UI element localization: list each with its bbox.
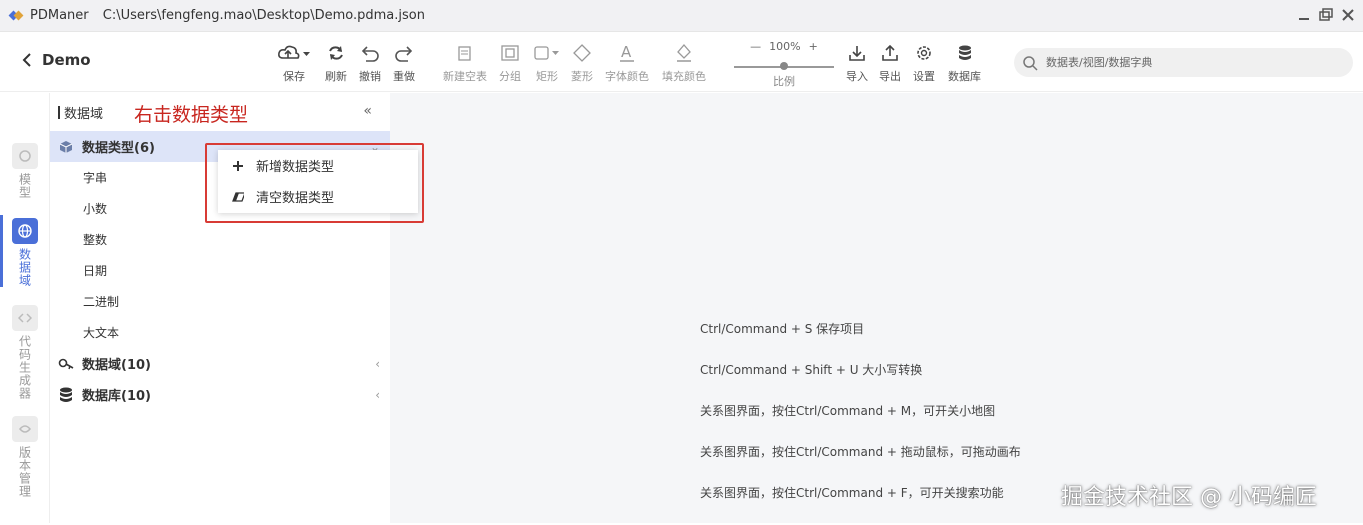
export-button[interactable]: 导出 xyxy=(879,42,901,84)
new-table-icon xyxy=(456,42,474,64)
rectangle-icon xyxy=(533,42,561,64)
app-name: PDManer xyxy=(30,8,89,23)
tree-leaf-text[interactable]: 大文本 xyxy=(50,317,390,348)
refresh-icon xyxy=(327,42,345,64)
refresh-button[interactable]: 刷新 xyxy=(325,42,347,84)
database-icon xyxy=(58,387,74,403)
back-button[interactable]: Demo xyxy=(22,51,91,69)
rect-button[interactable]: 矩形 xyxy=(533,42,561,84)
tree-node-database[interactable]: 数据库(10) ‹ xyxy=(50,379,390,410)
cube-icon xyxy=(58,140,74,154)
chevron-left-icon xyxy=(22,53,31,67)
zoom-control: — 100% + 比例 xyxy=(734,40,834,88)
key-icon xyxy=(58,357,74,371)
search-input[interactable] xyxy=(1046,56,1336,69)
zoom-out-icon[interactable]: — xyxy=(750,40,761,53)
globe-icon xyxy=(12,218,38,244)
new-blank-table-button[interactable]: 新建空表 xyxy=(443,42,487,84)
group-button[interactable]: 分组 xyxy=(499,42,521,84)
tree-leaf-date[interactable]: 日期 xyxy=(50,255,390,286)
minimize-icon[interactable] xyxy=(1295,6,1313,24)
collapse-panel-icon[interactable]: « xyxy=(363,103,372,119)
title-bar: PDManer C:\Users\fengfeng.mao\Desktop\De… xyxy=(0,0,1363,32)
import-icon xyxy=(848,42,866,64)
file-path: C:\Users\fengfeng.mao\Desktop\Demo.pdma.… xyxy=(102,8,425,23)
svg-text:A: A xyxy=(621,43,632,61)
tip-line: Ctrl/Command + Shift + U 大小写转换 xyxy=(700,363,923,377)
nav-item-codegen[interactable]: 代码生成器 xyxy=(0,305,50,400)
canvas-area[interactable]: Ctrl/Command + S 保存项目 Ctrl/Command + Shi… xyxy=(390,93,1363,523)
chevron-left-icon: ‹ xyxy=(375,356,380,371)
shortcut-tips: Ctrl/Command + S 保存项目 Ctrl/Command + Shi… xyxy=(700,320,1021,525)
redo-button[interactable]: 重做 xyxy=(393,42,415,84)
undo-icon xyxy=(359,42,381,64)
search-icon xyxy=(1023,55,1038,71)
database-button[interactable]: 数据库 xyxy=(948,42,981,84)
code-icon xyxy=(12,305,38,331)
database-icon xyxy=(957,42,973,64)
search-box xyxy=(1014,48,1353,77)
tip-line: Ctrl/Command + S 保存项目 xyxy=(700,322,865,336)
diamond-button[interactable]: 菱形 xyxy=(571,42,593,84)
save-button[interactable]: 保存 xyxy=(277,42,311,84)
zoom-label: 比例 xyxy=(773,75,795,88)
font-color-button[interactable]: A 字体颜色 xyxy=(605,42,649,84)
highlight-box xyxy=(205,143,424,223)
restore-icon[interactable] xyxy=(1317,6,1335,24)
zoom-in-icon[interactable]: + xyxy=(809,40,818,53)
redo-icon xyxy=(393,42,415,64)
model-icon xyxy=(12,143,38,169)
zoom-slider-handle[interactable] xyxy=(780,62,788,70)
gear-icon xyxy=(915,42,933,64)
annotation-text: 右击数据类型 xyxy=(134,104,249,126)
panel-header: 数据域 右击数据类型 « xyxy=(50,93,390,131)
project-name: Demo xyxy=(42,51,91,69)
version-icon xyxy=(12,416,38,442)
undo-button[interactable]: 撤销 xyxy=(359,42,381,84)
left-nav: 模型 数据域 代码生成器 版本管理 xyxy=(0,93,50,523)
watermark: 掘金技术社区 @ 小码编匠 xyxy=(1061,485,1317,510)
toolbar: Demo 保存 刷新 撤销 重做 新建空表 分组 矩形 菱形 A 字体颜色 填充… xyxy=(0,32,1363,92)
settings-button[interactable]: 设置 xyxy=(913,42,935,84)
fill-color-button[interactable]: 填充颜色 xyxy=(662,42,706,84)
font-color-icon: A xyxy=(618,42,636,64)
export-icon xyxy=(881,42,899,64)
zoom-value: 100% xyxy=(769,40,801,53)
nav-item-model[interactable]: 模型 xyxy=(0,143,50,199)
tree-leaf-integer[interactable]: 整数 xyxy=(50,224,390,255)
chevron-left-icon: ‹ xyxy=(375,387,380,402)
fill-bucket-icon xyxy=(675,42,693,64)
nav-item-domain[interactable]: 数据域 xyxy=(0,218,50,287)
import-button[interactable]: 导入 xyxy=(846,42,868,84)
tree-node-domain[interactable]: 数据域(10) ‹ xyxy=(50,348,390,379)
tip-line: 关系图界面，按住Ctrl/Command + M，可开关小地图 xyxy=(700,404,996,418)
diamond-icon xyxy=(572,42,592,64)
close-icon[interactable] xyxy=(1339,6,1357,24)
tip-line: 关系图界面，按住Ctrl/Command + F，可开关搜索功能 xyxy=(700,486,1004,500)
nav-item-version[interactable]: 版本管理 xyxy=(0,416,50,498)
cloud-upload-icon xyxy=(277,42,311,64)
app-logo-icon xyxy=(8,9,24,23)
tree-leaf-binary[interactable]: 二进制 xyxy=(50,286,390,317)
tip-line: 关系图界面，按住Ctrl/Command + 拖动鼠标，可拖动画布 xyxy=(700,445,1021,459)
panel-title: 数据域 xyxy=(64,106,104,122)
group-icon xyxy=(500,42,520,64)
